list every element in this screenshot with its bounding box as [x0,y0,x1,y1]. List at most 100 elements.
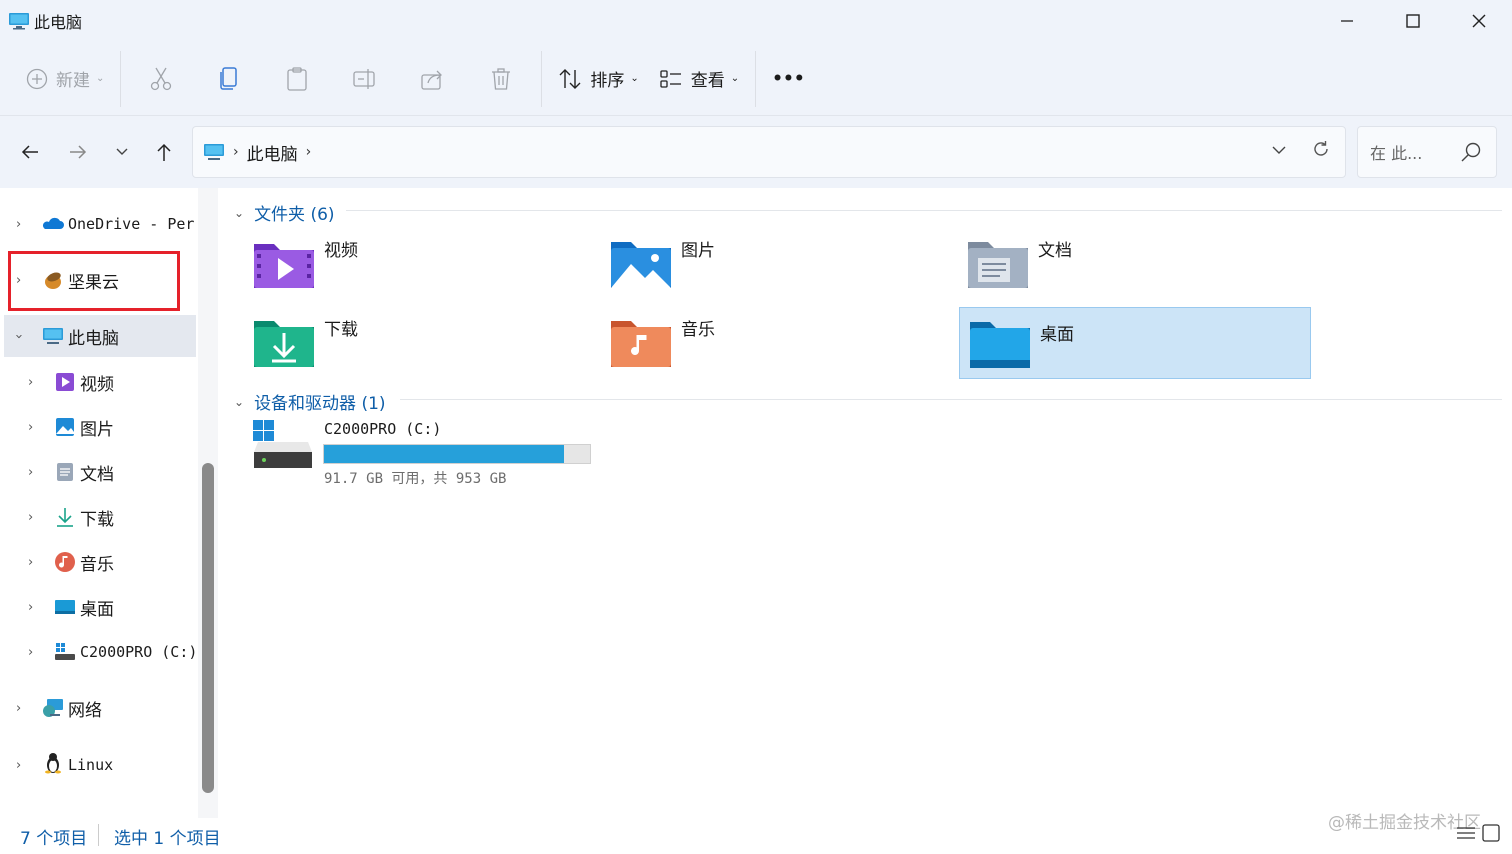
minimize-button[interactable] [1314,0,1380,42]
chevron-right-icon[interactable]: › [28,600,33,615]
content-pane: ⌄ 文件夹 (6) 视频 图片 文档 下载 音乐 桌面 ⌄ 设备和驱动器 (1)… [222,188,1512,818]
up-button[interactable] [146,136,182,168]
folder-label: 视频 [324,241,358,261]
toolbar-divider [541,50,543,107]
chevron-right-icon[interactable]: › [28,465,33,480]
folder-tile-videos[interactable]: 视频 [222,234,574,306]
new-label: 新建 [56,71,90,91]
search-box[interactable]: 在 此... [1357,126,1497,178]
sidebar-scrollbar-thumb[interactable] [202,463,214,793]
sidebar-item-videos[interactable]: › 视频 [0,361,196,403]
details-view-button[interactable] [1456,824,1476,846]
maximize-icon [1406,14,1420,28]
chevron-right-icon[interactable]: › [28,375,33,390]
new-button[interactable]: 新建 ⌄ [16,57,114,101]
sidebar-item-label: 图片 [80,419,114,440]
more-options-button[interactable]: ••• [762,57,815,101]
cut-button[interactable] [127,57,195,101]
folders-group-header[interactable]: ⌄ 文件夹 (6) [234,200,335,225]
chevron-right-icon[interactable]: › [28,510,33,525]
chevron-down-icon: ⌄ [96,73,105,84]
computer-icon [9,13,29,30]
chevron-down-icon: ⌄ [234,394,245,409]
downloads-icon [57,508,73,527]
refresh-button[interactable] [1311,139,1331,163]
chevron-right-icon[interactable]: › [16,217,21,232]
search-icon [1460,141,1482,167]
scissors-icon [151,67,172,90]
sort-button[interactable]: 排序 ⌄ [548,57,648,101]
folder-label: 下载 [324,320,358,340]
chevron-down-icon [1272,146,1286,154]
breadcrumb-separator-icon[interactable]: › [306,144,312,160]
paste-button[interactable] [263,57,331,101]
documents-icon [57,463,73,481]
share-button[interactable] [399,57,467,101]
documents-folder-icon [968,242,1028,288]
clipboard-icon [287,66,308,91]
sidebar-item-label: 下载 [80,509,114,530]
close-button[interactable] [1446,0,1512,42]
item-count: 7 个项目 [20,829,88,849]
maximize-button[interactable] [1380,0,1446,42]
chevron-down-icon[interactable]: › [11,333,26,338]
breadcrumb-this-pc[interactable]: 此电脑 [247,140,298,165]
chevron-right-icon[interactable]: › [28,420,33,435]
chevron-right-icon[interactable]: › [16,701,21,716]
tiles-view-button[interactable] [1482,824,1500,846]
selection-count: 选中 1 个项目 [114,829,221,849]
chevron-right-icon[interactable]: › [16,758,21,773]
address-bar[interactable]: › 此电脑 › [192,126,1346,178]
folder-tile-documents[interactable]: 文档 [936,234,1288,306]
navigation-pane: › OneDrive - Per › 坚果云 › 此电脑 › 视频 › 图片 › [0,188,220,818]
chevron-down-icon [116,148,128,155]
address-dropdown-button[interactable] [1271,141,1287,160]
view-list-icon [660,69,681,88]
folder-label: 桌面 [1040,325,1074,345]
sidebar-item-pictures[interactable]: › 图片 [0,406,196,448]
sidebar-item-music[interactable]: › 音乐 [0,541,196,583]
sidebar-item-documents[interactable]: › 文档 [0,451,196,493]
chevron-right-icon[interactable]: › [28,645,33,660]
pictures-folder-icon [611,242,671,288]
delete-button[interactable] [467,57,535,101]
devices-group-header[interactable]: ⌄ 设备和驱动器 (1) [234,389,386,414]
sidebar-item-linux[interactable]: › Linux [0,744,196,786]
sidebar-item-c-drive[interactable]: › C2000PRO (C:) [0,631,198,673]
close-icon [1472,14,1486,28]
drive-usage-bar [323,444,591,464]
status-bar: 7 个项目 选中 1 个项目 [0,818,1512,854]
sidebar-item-desktop[interactable]: › 桌面 [0,586,196,628]
view-button[interactable]: 查看 ⌄ [649,57,749,101]
folder-tile-downloads[interactable]: 下载 [222,313,574,385]
folder-label: 文档 [1038,241,1072,261]
folder-tile-pictures[interactable]: 图片 [579,234,931,306]
chevron-down-icon: ⌄ [730,73,740,84]
folder-tile-music[interactable]: 音乐 [579,313,931,385]
title-bar: 此电脑 [0,0,1512,42]
refresh-icon [1314,141,1328,156]
sidebar-item-this-pc[interactable]: › 此电脑 [4,315,196,357]
videos-folder-icon [254,244,314,288]
sidebar-item-network[interactable]: › 网络 [0,687,196,729]
drive-tile-c[interactable]: C2000PRO (C:) 91.7 GB 可用，共 953 GB [250,418,610,488]
downloads-folder-icon [254,321,314,367]
forward-button[interactable] [60,136,96,168]
folder-tile-desktop[interactable]: 桌面 [959,307,1311,379]
rename-button[interactable] [331,57,399,101]
group-divider [346,210,1502,211]
sidebar-item-downloads[interactable]: › 下载 [0,496,196,538]
computer-icon [204,144,224,160]
chevron-right-icon[interactable]: › [28,555,33,570]
sidebar-item-label: C2000PRO (C:) [80,643,198,661]
music-icon [55,552,75,572]
rename-icon [353,68,376,89]
back-button[interactable] [12,136,48,168]
drive-icon [55,643,75,660]
arrow-left-icon [21,145,38,159]
recent-locations-button[interactable] [104,136,140,168]
sidebar-item-onedrive[interactable]: › OneDrive - Per [0,203,196,245]
copy-button[interactable] [195,57,263,101]
drive-name: C2000PRO (C:) [324,420,442,438]
pictures-icon [56,418,74,436]
